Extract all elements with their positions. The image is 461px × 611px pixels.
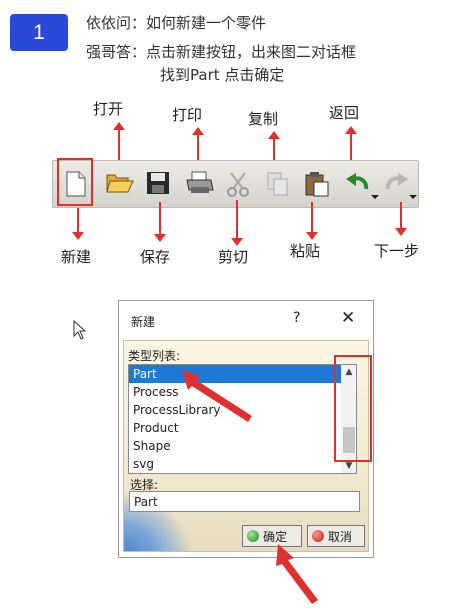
redo-icon	[385, 173, 408, 190]
undo-button[interactable]	[339, 161, 373, 207]
step-number: 1	[33, 20, 45, 44]
new-icon	[66, 171, 86, 197]
label-next: 下一步	[374, 242, 420, 260]
save-button[interactable]	[141, 161, 175, 207]
arrow-to-ok	[276, 544, 318, 604]
label-cut: 剪切	[218, 248, 249, 266]
label-back: 返回	[329, 104, 360, 122]
open-icon	[106, 174, 134, 193]
arrow-to-part	[182, 370, 252, 422]
copy-button[interactable]	[261, 161, 295, 207]
save-icon	[147, 172, 169, 194]
label-copy: 复制	[248, 110, 279, 128]
paste-icon	[305, 172, 329, 197]
cancel-label: 取消	[328, 529, 353, 544]
new-button[interactable]	[57, 158, 93, 206]
cut-icon	[227, 172, 249, 197]
type-list-label: 类型列表:	[128, 349, 181, 363]
print-icon	[186, 171, 214, 193]
label-save: 保存	[140, 248, 171, 266]
label-new: 新建	[61, 248, 92, 266]
mouse-cursor-icon	[73, 320, 87, 340]
copy-icon	[267, 172, 288, 196]
arrow-save	[154, 202, 166, 242]
label-paste: 粘贴	[290, 242, 321, 260]
arrow-next	[395, 202, 407, 236]
paste-button[interactable]	[299, 161, 333, 207]
scrollbar-highlight-box	[334, 355, 372, 462]
answer-text-line2: 找到Part 点击确定	[160, 66, 285, 84]
choose-field[interactable]	[129, 491, 360, 512]
print-button[interactable]	[181, 161, 215, 207]
open-button[interactable]	[101, 161, 135, 207]
redo-button[interactable]	[379, 161, 413, 207]
arrow-paste	[306, 202, 318, 240]
dialog-title: 新建	[131, 315, 156, 329]
redo-dropdown-icon[interactable]	[409, 195, 417, 199]
undo-dropdown-icon[interactable]	[371, 195, 379, 199]
step-badge: 1	[10, 14, 68, 51]
undo-icon	[346, 173, 369, 190]
close-button[interactable]: ✕	[341, 308, 355, 328]
answer-text-line1: 强哥答：点击新建按钮，出来图二对话框	[86, 43, 357, 61]
help-button[interactable]: ?	[293, 310, 300, 326]
arrow-cut	[231, 200, 243, 246]
arrow-new	[72, 208, 84, 240]
question-text: 依依问：如何新建一个零件	[86, 14, 267, 32]
list-item[interactable]: svg	[129, 455, 356, 473]
label-print: 打印	[172, 106, 203, 124]
label-open: 打开	[93, 100, 124, 118]
ok-dot-icon	[247, 530, 259, 542]
list-item[interactable]: Shape	[129, 437, 356, 455]
